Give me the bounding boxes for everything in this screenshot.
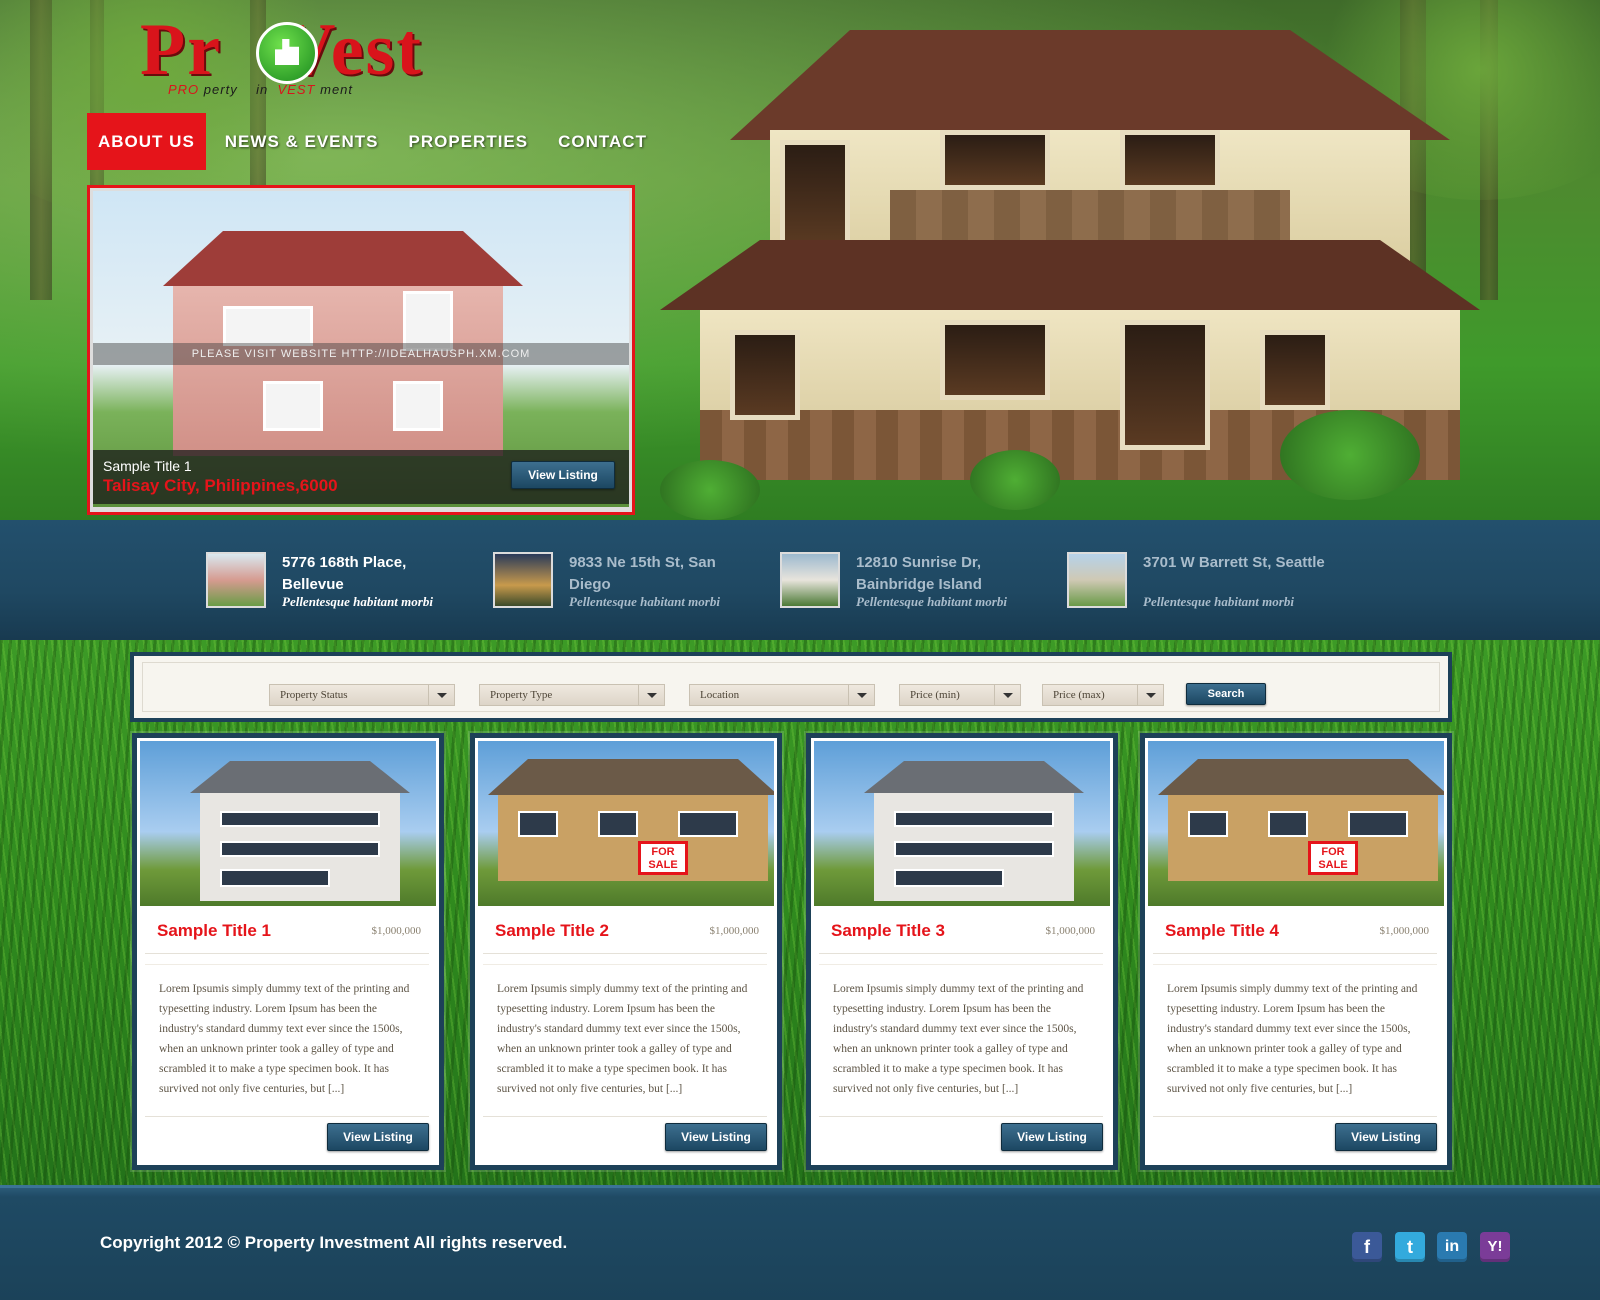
listing-title[interactable]: Sample Title 4 [1165,921,1279,941]
featured-caption: Sample Title 1 Talisay City, Philippines… [93,450,629,504]
select-label: Price (max) [1053,689,1105,701]
logo-tagline: PRO perty in VEST ment [168,82,354,97]
yahoo-icon[interactable]: Y! [1480,1232,1510,1262]
view-listing-button[interactable]: View Listing [665,1123,767,1151]
listing-image[interactable] [140,741,436,906]
recent-listing-thumbnail [493,552,553,608]
listing-price: $1,000,000 [709,925,760,937]
featured-view-listing-button[interactable]: View Listing [511,461,615,489]
listing-price: $1,000,000 [371,925,422,937]
property-type-select[interactable]: Property Type [479,684,665,706]
listing-card: Sample Title 3 $1,000,000 Lorem Ipsumis … [806,733,1118,1170]
recent-listing[interactable]: 12810 Sunrise Dr, Bainbridge Island Pell… [780,552,1040,612]
featured-slide[interactable]: PLEASE VISIT WEBSITE HTTP://IDEALHAUSPH.… [87,185,635,515]
listing-header: Sample Title 2 $1,000,000 [483,908,767,954]
property-search-bar: Property Status Property Type Location P… [130,652,1452,722]
globe-city-icon [256,22,318,84]
property-status-select[interactable]: Property Status [269,684,455,706]
chevron-down-icon [1137,685,1163,705]
chevron-down-icon [848,685,874,705]
recent-listing[interactable]: 5776 168th Place, Bellevue Pellentesque … [206,552,466,612]
listing-description: Lorem Ipsumis simply dummy text of the p… [819,964,1103,1114]
recent-listing-title: 5776 168th Place, Bellevue [282,554,407,593]
view-listing-button[interactable]: View Listing [327,1123,429,1151]
linkedin-icon[interactable]: in [1437,1232,1467,1262]
listing-image[interactable]: FOR SALE [478,741,774,906]
listing-header: Sample Title 1 $1,000,000 [145,908,429,954]
select-label: Location [700,689,740,701]
featured-title: Sample Title 1 [103,458,192,474]
recent-listing-thumbnail [780,552,840,608]
chevron-down-icon [994,685,1020,705]
featured-watermark: PLEASE VISIT WEBSITE HTTP://IDEALHAUSPH.… [93,343,629,365]
featured-location: Talisay City, Philippines,6000 [103,476,338,495]
nav-contact[interactable]: CONTACT [547,113,658,170]
price-min-select[interactable]: Price (min) [899,684,1021,706]
listing-image[interactable]: FOR SALE [1148,741,1444,906]
site-footer: Copyright 2012 © Property Investment All… [0,1185,1600,1300]
main-nav: ABOUT US NEWS & EVENTS PROPERTIES CONTAC… [87,113,666,170]
nav-news-events[interactable]: NEWS & EVENTS [214,113,390,170]
hero-house-image [640,30,1540,520]
listing-title[interactable]: Sample Title 1 [157,921,271,941]
listing-card: FOR SALE Sample Title 2 $1,000,000 Lorem … [470,733,782,1170]
recent-listing-title: 3701 W Barrett St, Seattle [1143,554,1325,571]
for-sale-sign: FOR SALE [1308,841,1358,875]
select-label: Property Type [490,689,553,701]
listing-image[interactable] [814,741,1110,906]
provest-logo[interactable]: Pr Vest PRO perty in VEST ment [140,8,550,98]
nav-properties[interactable]: PROPERTIES [398,113,540,170]
facebook-icon[interactable]: f [1352,1232,1382,1262]
recent-listing-thumbnail [1067,552,1127,608]
recent-listings-strip: 5776 168th Place, Bellevue Pellentesque … [0,520,1600,640]
for-sale-sign: FOR SALE [638,841,688,875]
listing-header: Sample Title 4 $1,000,000 [1153,908,1437,954]
listing-title[interactable]: Sample Title 3 [831,921,945,941]
select-label: Price (min) [910,689,960,701]
view-listing-button[interactable]: View Listing [1335,1123,1437,1151]
listing-description: Lorem Ipsumis simply dummy text of the p… [145,964,429,1114]
listing-card: Sample Title 1 $1,000,000 Lorem Ipsumis … [132,733,444,1170]
listing-price: $1,000,000 [1379,925,1430,937]
hero-banner: Pr Vest PRO perty in VEST ment ABOUT US N… [0,0,1600,520]
listing-description: Lorem Ipsumis simply dummy text of the p… [1153,964,1437,1114]
listing-card: FOR SALE Sample Title 4 $1,000,000 Lorem … [1140,733,1452,1170]
price-max-select[interactable]: Price (max) [1042,684,1164,706]
recent-listing-subtitle: Pellentesque habitant morbi [1143,594,1294,609]
nav-about-us[interactable]: ABOUT US [87,113,206,170]
recent-listing-title: 12810 Sunrise Dr, Bainbridge Island [856,554,982,593]
recent-listing[interactable]: 9833 Ne 15th St, San Diego Pellentesque … [493,552,753,612]
recent-listing-subtitle: Pellentesque habitant morbi [856,594,1007,609]
recent-listing-subtitle: Pellentesque habitant morbi [569,594,720,609]
twitter-icon[interactable]: t [1395,1232,1425,1262]
recent-listing-title: 9833 Ne 15th St, San Diego [569,554,716,593]
chevron-down-icon [428,685,454,705]
listing-header: Sample Title 3 $1,000,000 [819,908,1103,954]
copyright-text: Copyright 2012 © Property Investment All… [100,1233,568,1252]
recent-listing-thumbnail [206,552,266,608]
listing-price: $1,000,000 [1045,925,1096,937]
listing-title[interactable]: Sample Title 2 [495,921,609,941]
view-listing-button[interactable]: View Listing [1001,1123,1103,1151]
listing-description: Lorem Ipsumis simply dummy text of the p… [483,964,767,1114]
chevron-down-icon [638,685,664,705]
recent-listing[interactable]: 3701 W Barrett St, Seattle Pellentesque … [1067,552,1327,612]
select-label: Property Status [280,689,348,701]
location-select[interactable]: Location [689,684,875,706]
recent-listing-subtitle: Pellentesque habitant morbi [282,594,433,609]
search-button[interactable]: Search [1186,683,1266,705]
